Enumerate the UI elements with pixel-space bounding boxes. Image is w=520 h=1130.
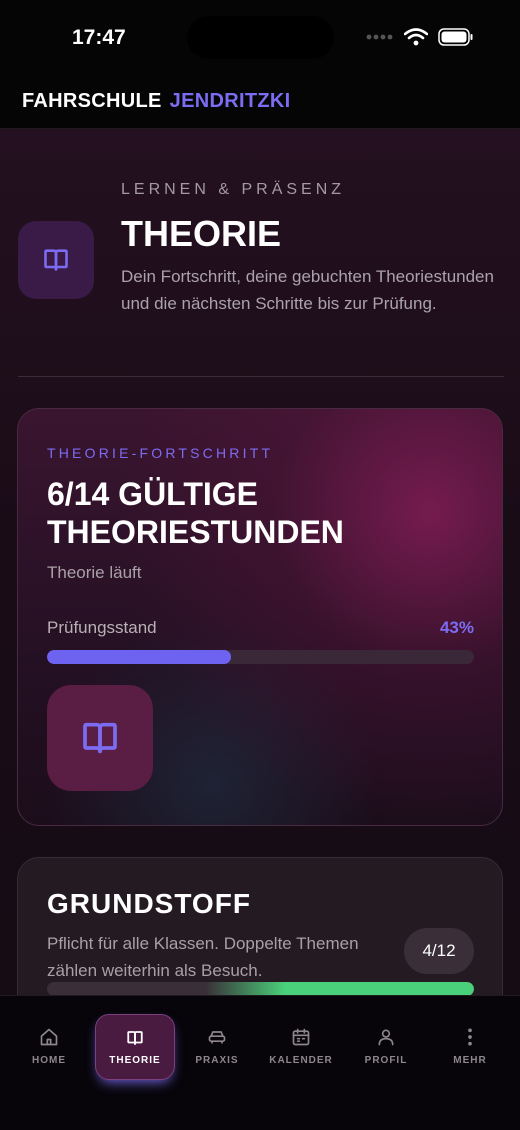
grundstoff-card[interactable]: GRUNDSTOFF Pflicht für alle Klassen. Dop… [17,857,503,995]
battery-icon [438,28,473,46]
more-vertical-icon [468,1028,472,1045]
grundstoff-progress-fill [204,982,474,995]
calendar-icon [292,1028,310,1045]
brand-logo[interactable]: FAHRSCHULE JENDRITZKI [22,90,290,113]
nav-item-theorie[interactable]: THEORIE [95,1014,175,1080]
nav-item-mehr[interactable]: MEHR [431,1014,509,1078]
page-title: THEORIE [121,213,282,254]
wifi-icon [404,28,428,46]
card-eyebrow: THEORIE-FORTSCHRITT [47,445,274,461]
nav-label-mehr: MEHR [453,1054,487,1066]
status-time: 17:47 [72,26,126,49]
theory-progress-card[interactable]: THEORIE-FORTSCHRITT 6/14 GÜLTIGE THEORIE… [17,408,503,826]
status-bar: 17:47 [0,0,520,80]
nav-item-profil[interactable]: PROFIL [347,1014,425,1078]
grundstoff-title: GRUNDSTOFF [47,888,251,919]
card-status: Theorie läuft [47,563,142,582]
cellular-signal-icon [366,34,393,40]
car-icon [208,1030,226,1044]
home-icon [40,1028,58,1045]
nav-label-profil: PROFIL [364,1054,408,1066]
card-icon-tile [47,685,153,791]
nav-label-kalender: KALENDER [269,1054,333,1066]
status-icons [366,28,474,46]
bottom-nav: HOME THEORIE PRAXIS KALENDER PROFIL MEHR [0,995,520,1130]
section-divider [18,376,504,377]
hero-description: Dein Fortschritt, deine gebuchten Theori… [121,267,494,313]
main-content[interactable]: LERNEN & PRÄSENZ THEORIE Dein Fortschrit… [0,129,520,995]
nav-label-theorie: THEORIE [109,1054,161,1066]
book-icon [127,1030,143,1045]
progress-label: Prüfungsstand [47,618,157,637]
card-title: 6/14 GÜLTIGE THEORIESTUNDEN [47,476,344,550]
grundstoff-count-badge: 4/12 [404,928,474,974]
nav-label-praxis: PRAXIS [195,1054,239,1066]
progress-bar [47,650,474,664]
book-icon [83,722,117,754]
book-icon [44,249,68,271]
nav-item-praxis[interactable]: PRAXIS [178,1014,256,1078]
brand-name-part2: JENDRITZKI [169,90,291,112]
person-icon [378,1029,394,1045]
progress-bar-fill [47,650,231,664]
progress-percent: 43% [439,618,474,637]
grundstoff-description: Pflicht für alle Klassen. Doppelte Theme… [47,934,359,980]
nav-item-home[interactable]: HOME [10,1014,88,1078]
dynamic-island [187,16,334,59]
app-header: FAHRSCHULE JENDRITZKI [0,80,520,129]
grundstoff-progress-bar [47,982,474,995]
brand-name-part1: FAHRSCHULE [22,90,162,112]
hero-icon-tile [18,221,94,299]
nav-item-kalender[interactable]: KALENDER [262,1014,340,1078]
hero-eyebrow: LERNEN & PRÄSENZ [121,181,346,198]
nav-label-home: HOME [32,1054,66,1066]
